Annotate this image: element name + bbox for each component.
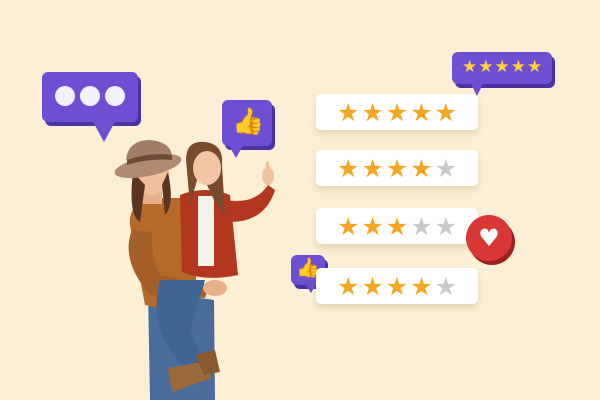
star-filled-icon: ★	[494, 57, 510, 77]
heart-badge: ♥	[466, 215, 512, 261]
top-rating-badge: ★ ★ ★ ★ ★	[452, 52, 552, 96]
star-filled-icon: ★	[336, 153, 360, 183]
typing-dot	[55, 86, 75, 106]
girl-arm	[225, 185, 275, 222]
star-filled-icon: ★	[385, 97, 409, 127]
star-empty-icon: ★	[434, 153, 458, 183]
star-filled-icon: ★	[361, 211, 384, 241]
star-filled-icon: ★	[385, 271, 409, 301]
thumbs-up-bubble-icon: 👍	[222, 100, 272, 158]
typing-bubble-icon	[42, 72, 138, 142]
star-empty-icon: ★	[410, 211, 433, 241]
star-empty-icon: ★	[434, 271, 458, 301]
rating-card: ★ ★ ★ ★ ★	[316, 94, 478, 130]
rating-card: ★ ★ ★ ★ ★	[316, 208, 478, 244]
star-filled-icon: ★	[462, 57, 478, 77]
rating-card: ★ ★ ★ ★ ★	[316, 268, 478, 304]
typing-dot	[80, 86, 100, 106]
star-filled-icon: ★	[410, 271, 433, 301]
heart-icon: ♥	[478, 224, 500, 252]
typing-dot	[105, 86, 125, 106]
top-badge-stars: ★ ★ ★ ★ ★	[462, 59, 542, 76]
star-filled-icon: ★	[434, 97, 458, 127]
star-filled-icon: ★	[336, 97, 360, 127]
star-empty-icon: ★	[434, 211, 458, 241]
star-filled-icon: ★	[385, 153, 409, 183]
review-scene: 👍 👍 ★ ★ ★ ★ ★ ★ ★ ★ ★ ★ ★ ★ ★ ★ ★ ★ ★ ★ ★ ★ ★ ★ ★ ★ ★ ♥	[0, 0, 600, 400]
star-filled-icon: ★	[361, 271, 384, 301]
star-filled-icon: ★	[410, 97, 433, 127]
star-filled-icon: ★	[527, 57, 543, 77]
star-filled-icon: ★	[510, 57, 526, 77]
star-filled-icon: ★	[385, 211, 409, 241]
star-filled-icon: ★	[410, 153, 433, 183]
rating-card: ★ ★ ★ ★ ★	[316, 150, 478, 186]
star-filled-icon: ★	[361, 153, 384, 183]
girl-shirt	[198, 196, 214, 266]
star-filled-icon: ★	[336, 211, 360, 241]
star-filled-icon: ★	[361, 97, 384, 127]
star-filled-icon: ★	[478, 57, 494, 77]
girl-face	[193, 151, 221, 185]
thumbs-up-icon: 👍	[232, 107, 265, 137]
star-filled-icon: ★	[336, 271, 360, 301]
